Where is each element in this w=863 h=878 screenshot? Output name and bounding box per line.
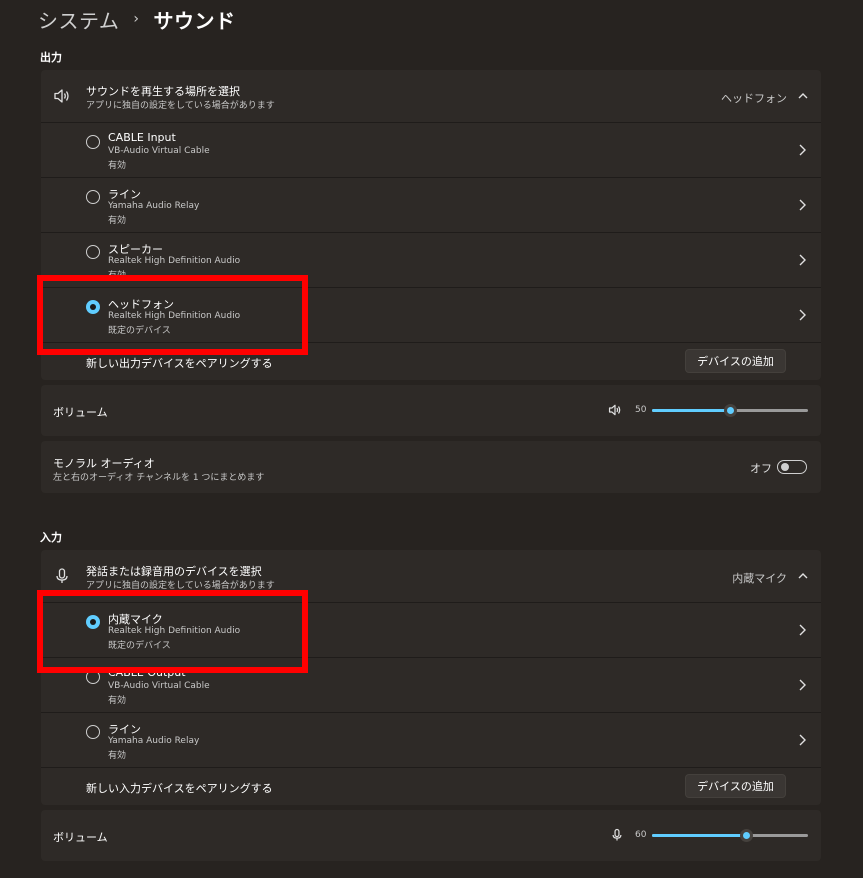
breadcrumb-separator: › xyxy=(133,11,140,27)
mono-audio-toggle[interactable] xyxy=(777,460,807,474)
output-selector-subtitle: アプリに独自の設定をしている場合があります xyxy=(86,101,275,111)
device-name: スピーカー xyxy=(108,243,163,256)
microphone-icon xyxy=(56,568,68,583)
output-device-item[interactable]: ヘッドフォン Realtek High Definition Audio 既定の… xyxy=(41,288,821,343)
output-section-title: 出力 xyxy=(40,51,62,64)
output-device-radio-selected[interactable] xyxy=(86,300,100,314)
output-device-radio[interactable] xyxy=(86,245,100,259)
input-device-item[interactable]: 内蔵マイク Realtek High Definition Audio 既定のデ… xyxy=(41,603,821,658)
speaker-icon xyxy=(54,89,69,103)
input-device-item[interactable]: CABLE Output VB-Audio Virtual Cable 有効 xyxy=(41,658,821,713)
device-status: 有効 xyxy=(108,161,127,171)
speaker-icon[interactable] xyxy=(608,403,622,417)
output-device-item[interactable]: スピーカー Realtek High Definition Audio 有効 xyxy=(41,233,821,288)
output-device-radio[interactable] xyxy=(86,135,100,149)
slider-fill xyxy=(652,409,730,412)
input-volume-value: 60 xyxy=(635,830,647,840)
breadcrumb-parent[interactable]: システム xyxy=(38,5,119,34)
input-volume-slider[interactable] xyxy=(652,826,808,844)
device-driver: Realtek High Definition Audio xyxy=(108,311,241,321)
output-pair-label: 新しい出力デバイスをペアリングする xyxy=(86,357,273,370)
output-pair-row: 新しい出力デバイスをペアリングする デバイスの追加 xyxy=(41,343,821,380)
input-device-selector[interactable]: 発話または録音用のデバイスを選択 アプリに独自の設定をしている場合があります 内… xyxy=(41,550,821,603)
output-device-card: サウンドを再生する場所を選択 アプリに独自の設定をしている場合があります ヘッド… xyxy=(41,70,821,380)
breadcrumb: システム › サウンド xyxy=(38,4,236,34)
device-name: ヘッドフォン xyxy=(108,298,174,311)
device-status: 既定のデバイス xyxy=(108,326,171,336)
device-name: ライン xyxy=(108,188,141,201)
device-status: 有効 xyxy=(108,216,127,226)
device-status: 有効 xyxy=(108,751,127,761)
device-status: 有効 xyxy=(108,271,127,281)
chevron-up-icon[interactable] xyxy=(797,570,809,582)
input-section-title: 入力 xyxy=(40,531,62,544)
slider-fill xyxy=(652,834,746,837)
output-volume-label: ボリューム xyxy=(53,406,108,419)
output-device-selector[interactable]: サウンドを再生する場所を選択 アプリに独自の設定をしている場合があります ヘッド… xyxy=(41,70,821,123)
chevron-right-icon[interactable] xyxy=(797,143,807,157)
input-selected-device: 内蔵マイク xyxy=(732,572,787,585)
chevron-right-icon[interactable] xyxy=(797,253,807,267)
chevron-right-icon[interactable] xyxy=(797,308,807,322)
device-driver: Yamaha Audio Relay xyxy=(108,201,200,211)
input-volume-label: ボリューム xyxy=(53,831,108,844)
device-driver: Realtek High Definition Audio xyxy=(108,626,241,636)
device-driver: VB-Audio Virtual Cable xyxy=(108,146,210,156)
output-volume-card: ボリューム 50 xyxy=(41,385,821,436)
device-driver: VB-Audio Virtual Cable xyxy=(108,681,210,691)
chevron-right-icon[interactable] xyxy=(797,733,807,747)
input-device-radio[interactable] xyxy=(86,670,100,684)
input-volume-card: ボリューム 60 xyxy=(41,810,821,861)
mono-audio-title: モノラル オーディオ xyxy=(53,457,155,470)
input-device-item[interactable]: ライン Yamaha Audio Relay 有効 xyxy=(41,713,821,768)
mono-audio-state: オフ xyxy=(750,462,772,475)
input-selector-subtitle: アプリに独自の設定をしている場合があります xyxy=(86,581,275,591)
chevron-right-icon[interactable] xyxy=(797,198,807,212)
output-device-radio[interactable] xyxy=(86,190,100,204)
input-device-radio-selected[interactable] xyxy=(86,615,100,629)
input-device-card: 発話または録音用のデバイスを選択 アプリに独自の設定をしている場合があります 内… xyxy=(41,550,821,805)
device-name: ライン xyxy=(108,723,141,736)
device-status: 既定のデバイス xyxy=(108,641,171,651)
output-device-item[interactable]: ライン Yamaha Audio Relay 有効 xyxy=(41,178,821,233)
output-device-item[interactable]: CABLE Input VB-Audio Virtual Cable 有効 xyxy=(41,123,821,178)
device-name: 内蔵マイク xyxy=(108,613,163,626)
slider-thumb[interactable] xyxy=(739,829,753,842)
input-device-radio[interactable] xyxy=(86,725,100,739)
device-driver: Realtek High Definition Audio xyxy=(108,256,241,266)
add-output-device-button[interactable]: デバイスの追加 xyxy=(685,349,786,373)
device-driver: Yamaha Audio Relay xyxy=(108,736,200,746)
output-selector-title: サウンドを再生する場所を選択 xyxy=(86,85,240,98)
page-title: サウンド xyxy=(153,8,236,33)
chevron-right-icon[interactable] xyxy=(797,623,807,637)
microphone-icon[interactable] xyxy=(610,827,624,843)
device-name: CABLE Output xyxy=(108,666,186,679)
output-volume-value: 50 xyxy=(635,405,647,415)
input-pair-row: 新しい入力デバイスをペアリングする デバイスの追加 xyxy=(41,768,821,805)
output-volume-slider[interactable] xyxy=(652,401,808,419)
input-pair-label: 新しい入力デバイスをペアリングする xyxy=(86,782,273,795)
mono-audio-card: モノラル オーディオ 左と右のオーディオ チャンネルを 1 つにまとめます オフ xyxy=(41,441,821,493)
slider-thumb[interactable] xyxy=(724,404,737,417)
input-selector-title: 発話または録音用のデバイスを選択 xyxy=(86,565,262,578)
chevron-right-icon[interactable] xyxy=(797,678,807,692)
device-status: 有効 xyxy=(108,696,127,706)
output-selected-device: ヘッドフォン xyxy=(721,92,787,105)
mono-audio-subtitle: 左と右のオーディオ チャンネルを 1 つにまとめます xyxy=(53,473,265,483)
device-name: CABLE Input xyxy=(108,131,176,144)
add-input-device-button[interactable]: デバイスの追加 xyxy=(685,774,786,798)
chevron-up-icon[interactable] xyxy=(797,90,809,102)
